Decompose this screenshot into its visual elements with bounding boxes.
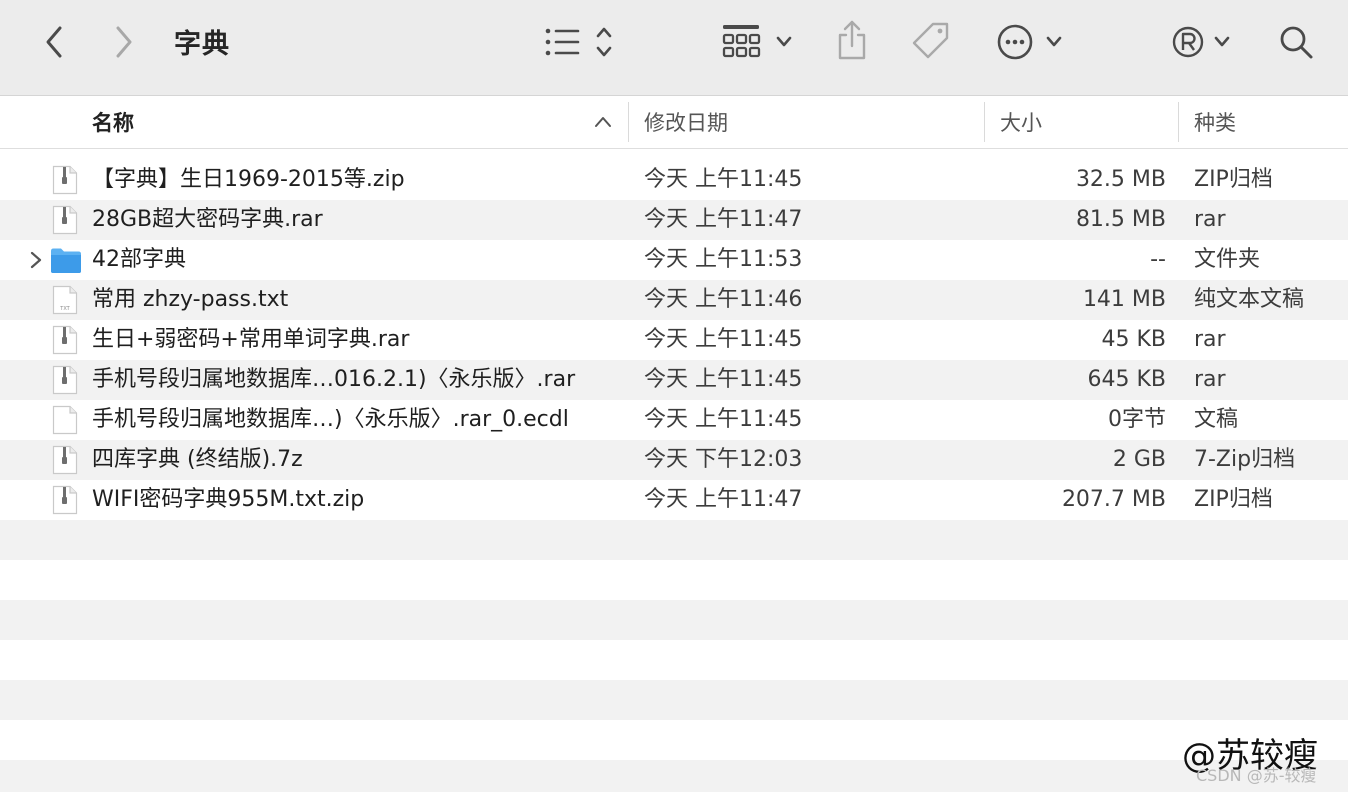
zip-file-icon	[52, 365, 78, 395]
file-kind: 文件夹	[1194, 247, 1261, 272]
back-button[interactable]	[38, 24, 70, 60]
more-actions-button[interactable]	[996, 22, 1068, 62]
share-button[interactable]	[834, 18, 870, 62]
file-date: 今天 上午11:45	[644, 167, 803, 192]
list-view-icon	[545, 27, 612, 57]
blank-file-icon	[52, 405, 78, 435]
file-date: 今天 上午11:45	[644, 327, 803, 352]
header-kind-label: 种类	[1194, 111, 1236, 135]
empty-row	[0, 760, 1348, 792]
list-view-button[interactable]	[542, 22, 618, 62]
file-size: 207.7 MB	[1061, 487, 1166, 512]
header-date-label: 修改日期	[644, 111, 728, 135]
sort-ascending-icon[interactable]	[594, 115, 612, 129]
search-button[interactable]	[1276, 22, 1316, 62]
grid-group-icon	[722, 25, 792, 58]
header-name-label: 名称	[92, 111, 134, 135]
file-name: 28GB超大密码字典.rar	[92, 207, 323, 232]
file-kind: rar	[1194, 327, 1226, 352]
file-name: 手机号段归属地数据库…)〈永乐版〉.rar_0.ecdl	[92, 407, 569, 432]
toolbar: 字典	[0, 0, 1348, 96]
empty-row	[0, 680, 1348, 720]
file-kind: ZIP归档	[1194, 487, 1273, 512]
file-date: 今天 上午11:47	[644, 487, 803, 512]
file-kind: rar	[1194, 367, 1226, 392]
file-size: 645 KB	[1087, 367, 1166, 392]
file-kind: 文稿	[1194, 407, 1239, 432]
file-date: 今天 上午11:53	[644, 247, 803, 272]
file-row[interactable]: TXT 常用 zhzy-pass.txt 今天 上午11:46 141 MB 纯…	[0, 280, 1348, 320]
file-list: 【字典】生日1969-2015等.zip 今天 上午11:45 32.5 MB …	[0, 160, 1348, 792]
file-date: 今天 上午11:45	[644, 407, 803, 432]
file-size: 141 MB	[1082, 287, 1166, 312]
svg-text:TXT: TXT	[59, 306, 70, 312]
file-row[interactable]: 42部字典 今天 上午11:53 -- 文件夹	[0, 240, 1348, 280]
file-size: 2 GB	[1112, 447, 1166, 472]
header-name[interactable]: 名称	[92, 96, 622, 148]
search-icon	[1280, 26, 1313, 59]
header-divider[interactable]	[628, 102, 629, 142]
file-kind: 纯文本文稿	[1194, 287, 1305, 312]
chevron-left-icon	[46, 26, 62, 58]
txt-file-icon: TXT	[52, 285, 78, 315]
file-name: 【字典】生日1969-2015等.zip	[92, 167, 405, 192]
zip-file-icon	[52, 165, 78, 195]
zip-file-icon	[52, 325, 78, 355]
empty-row	[0, 640, 1348, 680]
empty-row	[0, 560, 1348, 600]
header-kind[interactable]: 种类	[1194, 96, 1344, 148]
window-title: 字典	[174, 29, 230, 60]
file-date: 今天 下午12:03	[644, 447, 803, 472]
file-row[interactable]: 手机号段归属地数据库…016.2.1)〈永乐版〉.rar 今天 上午11:45 …	[0, 360, 1348, 400]
ellipsis-circle-icon	[997, 24, 1062, 60]
group-button[interactable]	[720, 22, 796, 62]
tag-icon	[912, 22, 949, 59]
file-size: 32.5 MB	[1075, 167, 1166, 192]
file-date: 今天 上午11:47	[644, 207, 803, 232]
tag-button[interactable]	[910, 20, 952, 62]
file-name: 常用 zhzy-pass.txt	[92, 287, 289, 312]
file-kind: rar	[1194, 207, 1226, 232]
file-date: 今天 上午11:46	[644, 287, 803, 312]
file-size: --	[1150, 247, 1166, 272]
header-divider[interactable]	[1178, 102, 1179, 142]
file-size: 0字节	[1108, 407, 1166, 432]
file-name: 四库字典 (终结版).7z	[92, 447, 303, 472]
empty-row	[0, 600, 1348, 640]
file-size: 45 KB	[1101, 327, 1166, 352]
header-divider[interactable]	[984, 102, 985, 142]
file-size: 81.5 MB	[1075, 207, 1166, 232]
file-kind: 7-Zip归档	[1194, 447, 1296, 472]
share-icon	[838, 20, 866, 60]
header-size[interactable]: 大小	[1000, 96, 1170, 148]
file-kind: ZIP归档	[1194, 167, 1273, 192]
watermark-sub: CSDN @苏-较瘦	[1196, 766, 1317, 785]
file-row[interactable]: 生日+弱密码+常用单词字典.rar 今天 上午11:45 45 KB rar	[0, 320, 1348, 360]
chevron-right-icon	[116, 26, 132, 58]
zip-file-icon	[52, 445, 78, 475]
file-name: 手机号段归属地数据库…016.2.1)〈永乐版〉.rar	[92, 367, 576, 392]
file-row[interactable]: 手机号段归属地数据库…)〈永乐版〉.rar_0.ecdl 今天 上午11:45 …	[0, 400, 1348, 440]
header-size-label: 大小	[1000, 111, 1042, 135]
file-row[interactable]: 28GB超大密码字典.rar 今天 上午11:47 81.5 MB rar	[0, 200, 1348, 240]
empty-row	[0, 720, 1348, 760]
zip-file-icon	[52, 205, 78, 235]
file-row[interactable]: 【字典】生日1969-2015等.zip 今天 上午11:45 32.5 MB …	[0, 160, 1348, 200]
file-name: 42部字典	[92, 247, 186, 272]
file-name: WIFI密码字典955M.txt.zip	[92, 487, 365, 512]
forward-button[interactable]	[108, 24, 140, 60]
zip-file-icon	[52, 485, 78, 515]
file-row[interactable]: 四库字典 (终结版).7z 今天 下午12:03 2 GB 7-Zip归档	[0, 440, 1348, 480]
file-name: 生日+弱密码+常用单词字典.rar	[92, 327, 410, 352]
header-date[interactable]: 修改日期	[644, 96, 974, 148]
extension-button[interactable]	[1170, 22, 1236, 62]
file-row[interactable]: WIFI密码字典955M.txt.zip 今天 上午11:47 207.7 MB…	[0, 480, 1348, 520]
disclosure-triangle-icon[interactable]	[26, 250, 46, 270]
column-header: 名称 修改日期 大小 种类	[0, 96, 1348, 149]
file-date: 今天 上午11:45	[644, 367, 803, 392]
folder-icon	[51, 248, 81, 273]
registered-icon	[1172, 26, 1230, 58]
empty-row	[0, 520, 1348, 560]
